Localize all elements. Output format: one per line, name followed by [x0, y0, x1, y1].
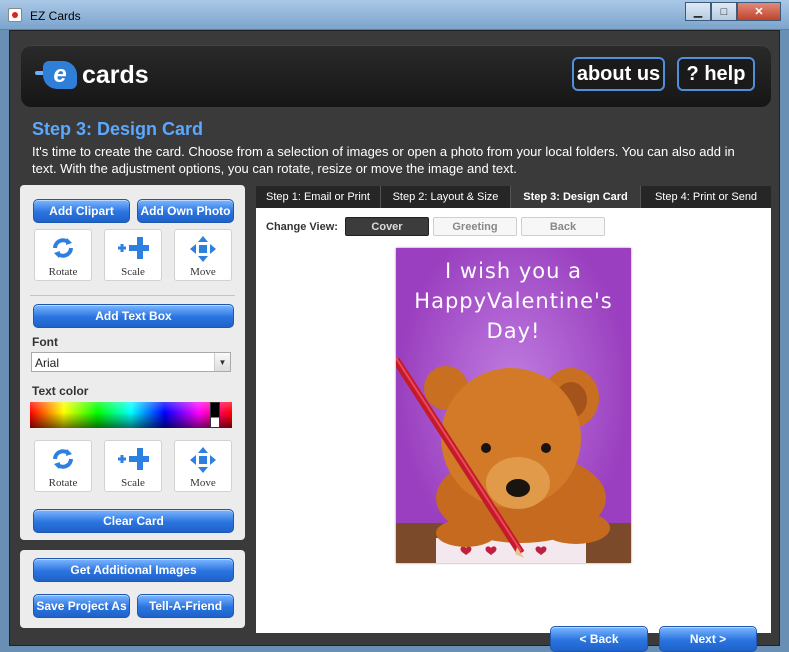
- change-view-label: Change View:: [266, 221, 338, 233]
- tool-label: Move: [190, 266, 216, 278]
- text-color-label: Text color: [32, 384, 89, 398]
- page-title: Step 3: Design Card: [32, 119, 204, 139]
- tool-label: Rotate: [48, 477, 78, 489]
- design-canvas-area: Change View: Cover Greeting Back I wish …: [256, 208, 771, 652]
- step-3-tab[interactable]: Step 3: Design Card: [511, 186, 641, 208]
- scale-icon: [118, 237, 149, 259]
- maximize-button[interactable]: □: [711, 2, 737, 21]
- minimize-button[interactable]: ▁: [685, 2, 711, 21]
- step-2-tab[interactable]: Step 2: Layout & Size: [381, 186, 511, 208]
- black-white-swatch[interactable]: [210, 402, 220, 428]
- app-header: e cards about us ? help: [21, 45, 771, 107]
- get-additional-images-button[interactable]: Get Additional Images: [33, 558, 234, 582]
- back-button[interactable]: < Back: [550, 626, 648, 652]
- tool-label: Scale: [121, 266, 145, 278]
- image-move-tool[interactable]: Move: [174, 229, 232, 281]
- clear-card-button[interactable]: Clear Card: [33, 509, 234, 533]
- app-icon: [8, 8, 22, 22]
- rotate-icon: [53, 449, 73, 469]
- extra-actions-panel: Get Additional Images Save Project As Te…: [20, 550, 245, 628]
- title-bar: EZ Cards ▁ □ ✕: [0, 0, 789, 30]
- rotate-icon: [53, 238, 73, 258]
- close-button[interactable]: ✕: [737, 2, 781, 21]
- divider: [30, 295, 235, 296]
- tool-label: Scale: [121, 477, 145, 489]
- design-tools-panel: Add Clipart Add Own Photo Rotate Scale M…: [20, 185, 245, 540]
- help-button[interactable]: ? help: [677, 57, 755, 91]
- move-icon: [190, 236, 216, 262]
- scale-icon: [118, 448, 149, 470]
- add-clipart-button[interactable]: Add Clipart: [33, 199, 130, 223]
- font-select-value: Arial: [35, 356, 60, 370]
- next-button[interactable]: Next >: [659, 626, 757, 652]
- image-rotate-tool[interactable]: Rotate: [34, 229, 92, 281]
- tab-greeting[interactable]: Greeting: [433, 217, 517, 236]
- text-scale-tool[interactable]: Scale: [104, 440, 162, 492]
- add-text-box-button[interactable]: Add Text Box: [33, 304, 234, 328]
- tab-cover[interactable]: Cover: [345, 217, 429, 236]
- tool-label: Move: [190, 477, 216, 489]
- ez-logo: e cards: [35, 59, 149, 91]
- teddy-bear-image: [396, 357, 631, 563]
- chevron-down-icon[interactable]: ▼: [214, 353, 230, 371]
- tool-label: Rotate: [48, 266, 78, 278]
- about-us-button[interactable]: about us: [572, 57, 665, 91]
- move-icon: [190, 447, 216, 473]
- color-spectrum-picker[interactable]: [30, 402, 232, 428]
- save-project-button[interactable]: Save Project As: [33, 594, 130, 618]
- image-scale-tool[interactable]: Scale: [104, 229, 162, 281]
- card-preview[interactable]: I wish you a HappyValentine's Day!: [396, 248, 631, 563]
- step-4-tab[interactable]: Step 4: Print or Send: [641, 186, 771, 208]
- window-controls: ▁ □ ✕: [685, 2, 781, 21]
- tab-back[interactable]: Back: [521, 217, 605, 236]
- wizard-steps: Step 1: Email or Print Step 2: Layout & …: [256, 186, 771, 208]
- logo-text: cards: [82, 60, 149, 89]
- step-1-tab[interactable]: Step 1: Email or Print: [256, 186, 381, 208]
- text-move-tool[interactable]: Move: [174, 440, 232, 492]
- intro-description: It's time to create the card. Choose fro…: [32, 144, 735, 176]
- font-select[interactable]: Arial ▼: [31, 352, 231, 372]
- app-frame: e cards about us ? help Step 3: Design C…: [9, 30, 780, 652]
- window-title: EZ Cards: [30, 9, 81, 23]
- font-label: Font: [32, 335, 58, 349]
- add-own-photo-button[interactable]: Add Own Photo: [137, 199, 234, 223]
- ez-logo-icon: e: [35, 59, 79, 91]
- text-rotate-tool[interactable]: Rotate: [34, 440, 92, 492]
- tell-a-friend-button[interactable]: Tell-A-Friend: [137, 594, 234, 618]
